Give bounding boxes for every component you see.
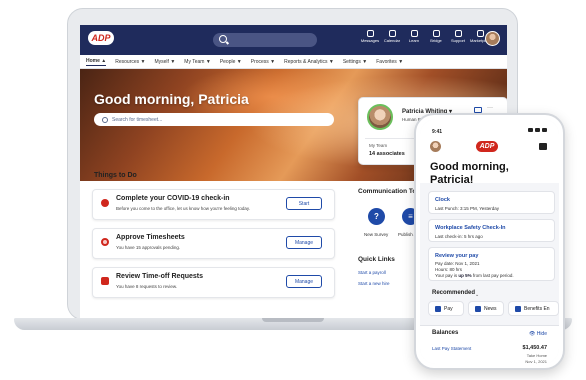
pay-chip[interactable]: Pay [428,301,464,316]
news-icon [475,305,481,312]
user-avatar[interactable] [485,31,500,46]
top-bar: ADP Messages Calendar Learn Bridge Suppo… [80,25,507,55]
support-label: Support [450,38,465,43]
nav-resources[interactable]: Resources ▼ [115,59,145,65]
pay-hours: Hours: 80 hrs [435,267,463,272]
safety-card[interactable]: Workplace Safety Check-In Last check-in:… [428,219,555,242]
last-pay-statement-link[interactable]: Last Pay Statement [432,346,471,351]
more-icon[interactable]: ··· [487,105,493,111]
phone-avatar[interactable] [430,141,441,152]
phone-frame: 9:41 ADP Good morning, Patricia! Clock L… [414,113,565,370]
nav-settings[interactable]: Settings ▼ [343,59,367,65]
recommended-title: Recommended [432,290,476,296]
top-search-input[interactable] [213,33,317,47]
status-icons [528,128,547,132]
health-icon [101,199,109,207]
nav-my-team[interactable]: My Team ▼ [184,59,211,65]
todo-card-timesheets: Approve Timesheets You have 15 approvals… [92,228,335,259]
todo-title: Complete your COVID-19 check-in [116,195,230,202]
todo-desc: Before you come to the office, let us kn… [116,206,251,211]
calendar-icon[interactable]: Calendar [382,29,402,43]
pay-title: Review your pay [435,253,479,259]
phone-greeting: Good morning, Patricia! [430,161,509,186]
search-icon [102,116,108,123]
communication-tools-title: Communication Too [358,188,421,195]
adp-logo: ADP [476,141,498,152]
timesheet-search-placeholder: Search for timesheet... [112,116,163,123]
pay-icon [435,305,441,312]
hero-greeting: Good morning, Patricia [94,91,249,107]
status-time: 9:41 [432,129,443,135]
support-icon[interactable]: Support [448,29,468,43]
messages-label: Messages [360,38,380,43]
balances-title: Balances [432,330,459,336]
todo-title: Review Time-off Requests [116,273,204,280]
nav-favorites[interactable]: Favorites ▼ [376,59,403,65]
pay-amount: $1,450.47 [522,345,547,351]
adp-logo[interactable]: ADP [88,31,114,45]
quick-link-start-payroll[interactable]: Start a payroll [358,270,386,275]
clock-title: Clock [435,197,450,203]
manage-timeoff-button[interactable]: Manage [286,275,322,288]
main-nav: Home ▲ Resources ▼ Myself ▼ My Team ▼ Pe… [80,55,507,69]
bridge-icon[interactable]: Bridge [426,29,446,43]
laptop-notch [262,318,324,322]
clock-line: Last Punch: 3:15 PM, Yesterday [435,206,500,211]
todo-desc: You have 8 requests to review. [116,284,178,289]
nav-process[interactable]: Process ▼ [251,59,275,65]
nav-myself[interactable]: Myself ▼ [154,59,175,65]
nav-reports-analytics[interactable]: Reports & Analytics ▼ [284,59,334,65]
clock-card[interactable]: Clock Last Punch: 3:15 PM, Yesterday [428,191,555,214]
calendar-label: Calendar [383,38,401,43]
chevron-down-icon[interactable]: ⌄ [475,292,479,298]
learn-label: Learn [408,38,420,43]
pay-change: Your pay is up 5% from last pay period. [435,273,514,278]
calendar-icon [101,277,109,285]
nav-people[interactable]: People ▼ [220,59,242,65]
timesheet-search-input[interactable]: Search for timesheet... [94,113,334,126]
safety-line: Last check-in: 5 hrs ago [435,234,483,239]
pay-card[interactable]: Review your pay Pay date: Nov 1, 2021 Ho… [428,247,555,281]
quick-link-new-hire[interactable]: Start a new hire [358,281,390,286]
todo-card-covid: Complete your COVID-19 check-in Before y… [92,189,335,220]
profile-avatar[interactable] [367,104,393,130]
nav-home[interactable]: Home ▲ [86,58,107,66]
start-button[interactable]: Start [286,197,322,210]
phone-screen: 9:41 ADP Good morning, Patricia! Clock L… [420,119,559,364]
take-home-label: Take Home [526,353,547,358]
message-icon[interactable]: Messages [360,29,380,43]
todo-desc: You have 15 approvals pending. [116,245,181,250]
manage-timesheets-button[interactable]: Manage [286,236,322,249]
top-icons: Messages Calendar Learn Bridge Support M… [360,29,492,43]
news-chip[interactable]: News [468,301,504,316]
pay-date: Pay date: Nov 1, 2021 [435,261,480,266]
my-team-label: My Team [369,143,388,148]
heart-icon [515,305,521,312]
todo-title: Approve Timesheets [116,234,185,241]
quick-links-title: Quick Links [358,256,395,263]
pay-statement-date: Nov 1, 2021 [525,359,547,364]
survey-icon[interactable]: ? [368,208,385,225]
bridge-label: Bridge [430,38,442,43]
safety-title: Workplace Safety Check-In [435,225,506,231]
alert-icon [101,238,109,246]
learn-icon[interactable]: Learn [404,29,424,43]
hide-toggle[interactable]: 👁 Hide [529,331,547,337]
todo-card-timeoff: Review Time-off Requests You have 8 requ… [92,267,335,298]
things-to-do-title: Things to Do [94,172,137,179]
search-icon [219,35,227,43]
chat-icon[interactable] [539,143,547,150]
benefits-chip[interactable]: Benefits En [508,301,559,316]
new-survey-label[interactable]: New Survey [364,232,388,237]
my-team-value[interactable]: 14 associates [369,151,405,157]
